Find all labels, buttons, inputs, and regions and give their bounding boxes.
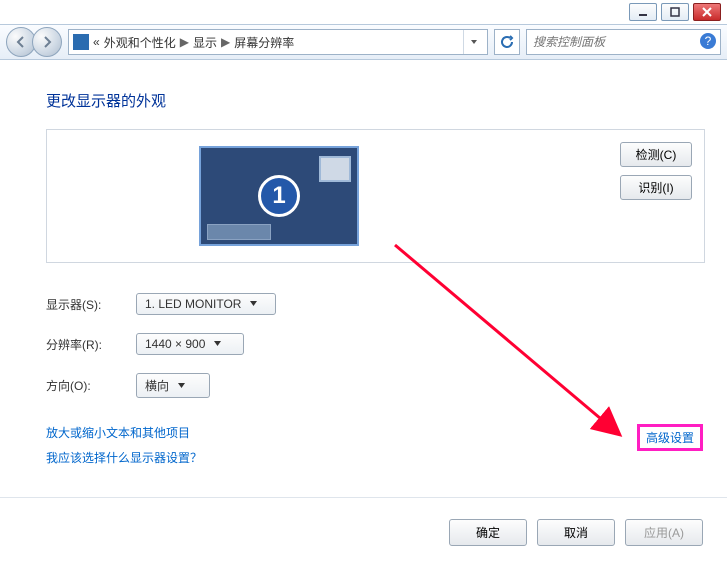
- cancel-button[interactable]: 取消: [537, 519, 615, 546]
- secondary-monitor-icon: [319, 156, 351, 182]
- resolution-select-value: 1440 × 900: [145, 337, 205, 351]
- detect-button[interactable]: 检测(C): [620, 142, 692, 167]
- forward-button[interactable]: [32, 27, 62, 57]
- breadcrumb-item[interactable]: 显示: [193, 34, 217, 51]
- minimize-button[interactable]: [629, 3, 657, 21]
- window-titlebar: [0, 0, 727, 24]
- resolution-select[interactable]: 1440 × 900: [136, 333, 244, 355]
- separator: [0, 497, 727, 498]
- breadcrumb-prefix: «: [93, 35, 100, 49]
- identify-button[interactable]: 识别(I): [620, 175, 692, 200]
- resolution-label: 分辨率(R):: [46, 336, 136, 353]
- refresh-button[interactable]: [494, 29, 520, 55]
- display-select[interactable]: 1. LED MONITOR: [136, 293, 276, 315]
- taskbar-icon: [207, 224, 271, 240]
- text-size-link[interactable]: 放大或缩小文本和其他项目: [46, 424, 705, 441]
- chevron-right-icon: ▶: [180, 35, 189, 49]
- chevron-down-icon: [177, 379, 186, 393]
- monitor-number: 1: [258, 175, 300, 217]
- apply-button[interactable]: 应用(A): [625, 519, 703, 546]
- address-dropdown[interactable]: [463, 30, 483, 54]
- page-title: 更改显示器的外观: [46, 90, 705, 111]
- display-label: 显示器(S):: [46, 296, 136, 313]
- breadcrumb-item[interactable]: 外观和个性化: [104, 34, 176, 51]
- search-box[interactable]: [526, 29, 721, 55]
- breadcrumb-item[interactable]: 屏幕分辨率: [234, 34, 294, 51]
- content-area: 更改显示器的外观 1 检测(C) 识别(I) 显示器(S): 1. LED MO…: [0, 60, 727, 466]
- control-panel-icon: [73, 34, 89, 50]
- monitor-preview[interactable]: 1: [199, 146, 359, 246]
- svg-text:?: ?: [705, 34, 712, 48]
- footer-buttons: 确定 取消 应用(A): [449, 519, 703, 546]
- chevron-down-icon: [249, 297, 258, 311]
- search-input[interactable]: [533, 35, 697, 49]
- close-button[interactable]: [693, 3, 721, 21]
- chevron-down-icon: [213, 337, 222, 351]
- orientation-label: 方向(O):: [46, 377, 136, 394]
- display-preview-box: 1 检测(C) 识别(I): [46, 129, 705, 263]
- orientation-select[interactable]: 横向: [136, 373, 210, 398]
- display-select-value: 1. LED MONITOR: [145, 297, 241, 311]
- help-icon[interactable]: ?: [699, 32, 717, 50]
- which-settings-link[interactable]: 我应该选择什么显示器设置？: [46, 449, 705, 466]
- advanced-settings-link[interactable]: 高级设置: [637, 424, 703, 451]
- ok-button[interactable]: 确定: [449, 519, 527, 546]
- orientation-select-value: 横向: [145, 377, 169, 394]
- maximize-button[interactable]: [661, 3, 689, 21]
- address-bar[interactable]: « 外观和个性化 ▶ 显示 ▶ 屏幕分辨率: [68, 29, 488, 55]
- navigation-bar: « 外观和个性化 ▶ 显示 ▶ 屏幕分辨率: [0, 24, 727, 60]
- chevron-right-icon: ▶: [221, 35, 230, 49]
